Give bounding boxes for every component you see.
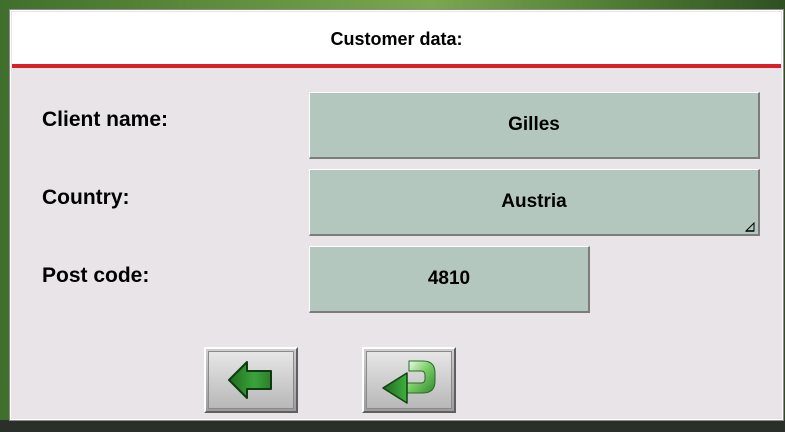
client-name-field[interactable]: Gilles [309,92,760,159]
back-button-face [208,351,294,409]
country-dropdown[interactable]: Austria [309,169,760,236]
dialog-title: Customer data: [330,28,463,49]
country-label: Country: [42,186,130,209]
customer-data-dialog: Customer data: Client name: Gilles Count… [9,9,784,421]
dialog-title-bar: Customer data: [12,12,781,68]
client-name-value: Gilles [508,114,560,135]
post-code-label: Post code: [42,264,150,287]
arrow-left-icon [228,361,272,399]
confirm-return-button[interactable] [362,347,456,413]
country-value: Austria [501,191,567,212]
post-code-value: 4810 [427,268,471,289]
return-arrow-icon [382,360,436,404]
post-code-field[interactable]: 4810 [309,246,590,313]
background-strip [0,420,785,432]
client-name-label: Client name: [42,108,169,131]
back-button[interactable] [204,347,298,413]
dropdown-corner-icon [745,222,755,232]
confirm-button-face [366,351,452,409]
